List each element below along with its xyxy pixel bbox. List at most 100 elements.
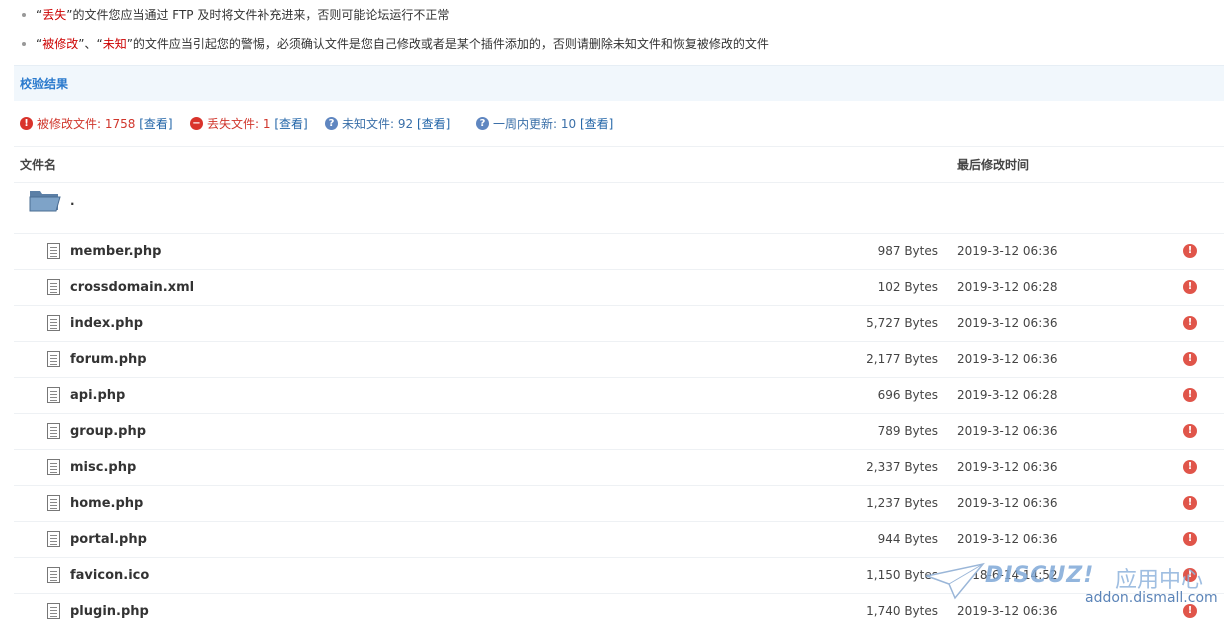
exclamation-circle-icon: ! — [20, 117, 33, 130]
tip-emphasis-modified: 被修改 — [42, 37, 79, 51]
warning-icon[interactable]: ! — [1183, 532, 1197, 546]
document-icon — [47, 459, 60, 475]
tip-modified-unknown: “被修改”、“未知”的文件应当引起您的警惕，必须确认文件是您自己修改或者是某个插… — [22, 34, 769, 54]
file-modified-date: 2019-3-12 06:36 — [957, 460, 1058, 474]
document-icon — [47, 567, 60, 583]
file-modified-date: 2019-3-12 06:36 — [957, 352, 1058, 366]
file-size: 2,177 Bytes — [866, 352, 938, 366]
document-icon — [47, 495, 60, 511]
file-size: 696 Bytes — [877, 388, 938, 402]
file-modified-date: 2019-3-12 06:36 — [957, 496, 1058, 510]
warning-icon[interactable]: ! — [1183, 316, 1197, 330]
table-row[interactable]: member.php 987 Bytes 2019-3-12 06:36! — [14, 233, 1224, 269]
warning-icon[interactable]: ! — [1183, 460, 1197, 474]
file-modified-date: 2019-3-12 06:36 — [957, 604, 1058, 618]
summary-unknown: ? 未知文件: 92 [查看] — [325, 113, 450, 135]
result-header: 校验结果 — [14, 65, 1224, 101]
document-icon — [47, 279, 60, 295]
question-circle-icon: ? — [325, 117, 338, 130]
warning-icon[interactable]: ! — [1183, 352, 1197, 366]
table-row[interactable]: index.php 5,727 Bytes 2019-3-12 06:36! — [14, 305, 1224, 341]
document-icon — [47, 315, 60, 331]
warning-icon[interactable]: ! — [1183, 280, 1197, 294]
result-header-title: 校验结果 — [20, 77, 69, 91]
folder-label[interactable]: . — [70, 194, 75, 208]
file-modified-date: 2019-3-12 06:36 — [957, 316, 1058, 330]
table-row[interactable]: misc.php 2,337 Bytes 2019-3-12 06:36! — [14, 449, 1224, 485]
warning-icon[interactable]: ! — [1183, 496, 1197, 510]
file-modified-date: 2018-6-14 14:52 — [957, 568, 1058, 582]
file-size: 1,150 Bytes — [866, 568, 938, 582]
file-modified-date: 2019-3-12 06:36 — [957, 244, 1058, 258]
file-name[interactable]: api.php — [70, 388, 125, 403]
question-circle-icon: ? — [476, 117, 489, 130]
document-icon — [47, 603, 60, 619]
column-header-filename: 文件名 — [20, 158, 57, 172]
divider — [14, 182, 1224, 183]
view-week-link[interactable]: [查看] — [580, 117, 613, 131]
file-size: 789 Bytes — [877, 424, 938, 438]
tip-emphasis-unknown: 未知 — [102, 37, 127, 51]
document-icon — [47, 423, 60, 439]
tip-text: 的文件您应当通过 FTP 及时将文件补充进来，否则可能论坛运行不正常 — [72, 8, 450, 22]
file-modified-date: 2019-3-12 06:36 — [957, 532, 1058, 546]
table-row[interactable]: favicon.ico 1,150 Bytes 2018-6-14 14:52! — [14, 557, 1224, 593]
file-size: 1,237 Bytes — [866, 496, 938, 510]
document-icon — [47, 387, 60, 403]
warning-icon[interactable]: ! — [1183, 424, 1197, 438]
minus-circle-icon: − — [190, 117, 203, 130]
file-name[interactable]: plugin.php — [70, 604, 149, 619]
file-name[interactable]: favicon.ico — [70, 568, 149, 583]
document-icon — [47, 243, 60, 259]
file-name[interactable]: home.php — [70, 496, 143, 511]
file-modified-date: 2019-3-12 06:28 — [957, 280, 1058, 294]
file-modified-date: 2019-3-12 06:28 — [957, 388, 1058, 402]
warning-icon[interactable]: ! — [1183, 604, 1197, 618]
summary-week: ? 一周内更新: 10 [查看] — [476, 113, 613, 135]
file-name[interactable]: group.php — [70, 424, 146, 439]
table-row[interactable]: portal.php 944 Bytes 2019-3-12 06:36! — [14, 521, 1224, 557]
file-modified-date: 2019-3-12 06:36 — [957, 424, 1058, 438]
folder-open-icon[interactable] — [28, 186, 62, 214]
file-size: 102 Bytes — [877, 280, 938, 294]
table-row[interactable]: forum.php 2,177 Bytes 2019-3-12 06:36! — [14, 341, 1224, 377]
file-size: 987 Bytes — [877, 244, 938, 258]
tip-emphasis-missing: 丢失 — [42, 8, 67, 22]
table-row[interactable]: home.php 1,237 Bytes 2019-3-12 06:36! — [14, 485, 1224, 521]
file-name[interactable]: member.php — [70, 244, 161, 259]
table-row[interactable]: api.php 696 Bytes 2019-3-12 06:28! — [14, 377, 1224, 413]
view-modified-link[interactable]: [查看] — [139, 117, 172, 131]
file-name[interactable]: forum.php — [70, 352, 147, 367]
file-size: 944 Bytes — [877, 532, 938, 546]
summary-missing: − 丢失文件: 1 [查看] — [190, 113, 308, 135]
summary-unknown-label: 未知文件: 92 — [342, 117, 414, 131]
view-unknown-link[interactable]: [查看] — [417, 117, 450, 131]
summary-modified: ! 被修改文件: 1758 [查看] — [20, 113, 173, 135]
view-missing-link[interactable]: [查看] — [274, 117, 307, 131]
summary-week-label: 一周内更新: 10 — [493, 117, 577, 131]
file-name[interactable]: index.php — [70, 316, 143, 331]
warning-icon[interactable]: ! — [1183, 388, 1197, 402]
table-row[interactable]: group.php 789 Bytes 2019-3-12 06:36! — [14, 413, 1224, 449]
bullet-icon — [22, 12, 26, 17]
file-size: 5,727 Bytes — [866, 316, 938, 330]
warning-icon[interactable]: ! — [1183, 244, 1197, 258]
file-name[interactable]: misc.php — [70, 460, 136, 475]
tip-text: 的文件应当引起您的警惕，必须确认文件是您自己修改或者是某个插件添加的，否则请删除… — [132, 37, 769, 51]
warning-icon[interactable]: ! — [1183, 568, 1197, 582]
document-icon — [47, 351, 60, 367]
bullet-icon — [22, 41, 26, 46]
file-name[interactable]: portal.php — [70, 532, 147, 547]
divider — [14, 146, 1224, 147]
document-icon — [47, 531, 60, 547]
file-size: 1,740 Bytes — [866, 604, 938, 618]
file-name[interactable]: crossdomain.xml — [70, 280, 194, 295]
column-header-modified-time: 最后修改时间 — [957, 158, 1030, 172]
summary-modified-label: 被修改文件: 1758 — [37, 117, 136, 131]
separator: 、 — [84, 37, 97, 51]
file-size: 2,337 Bytes — [866, 460, 938, 474]
tip-missing: “丢失”的文件您应当通过 FTP 及时将文件补充进来，否则可能论坛运行不正常 — [22, 5, 449, 25]
table-row[interactable]: plugin.php 1,740 Bytes 2019-3-12 06:36! — [14, 593, 1224, 623]
summary-missing-label: 丢失文件: 1 — [207, 117, 271, 131]
table-row[interactable]: crossdomain.xml 102 Bytes 2019-3-12 06:28! — [14, 269, 1224, 305]
